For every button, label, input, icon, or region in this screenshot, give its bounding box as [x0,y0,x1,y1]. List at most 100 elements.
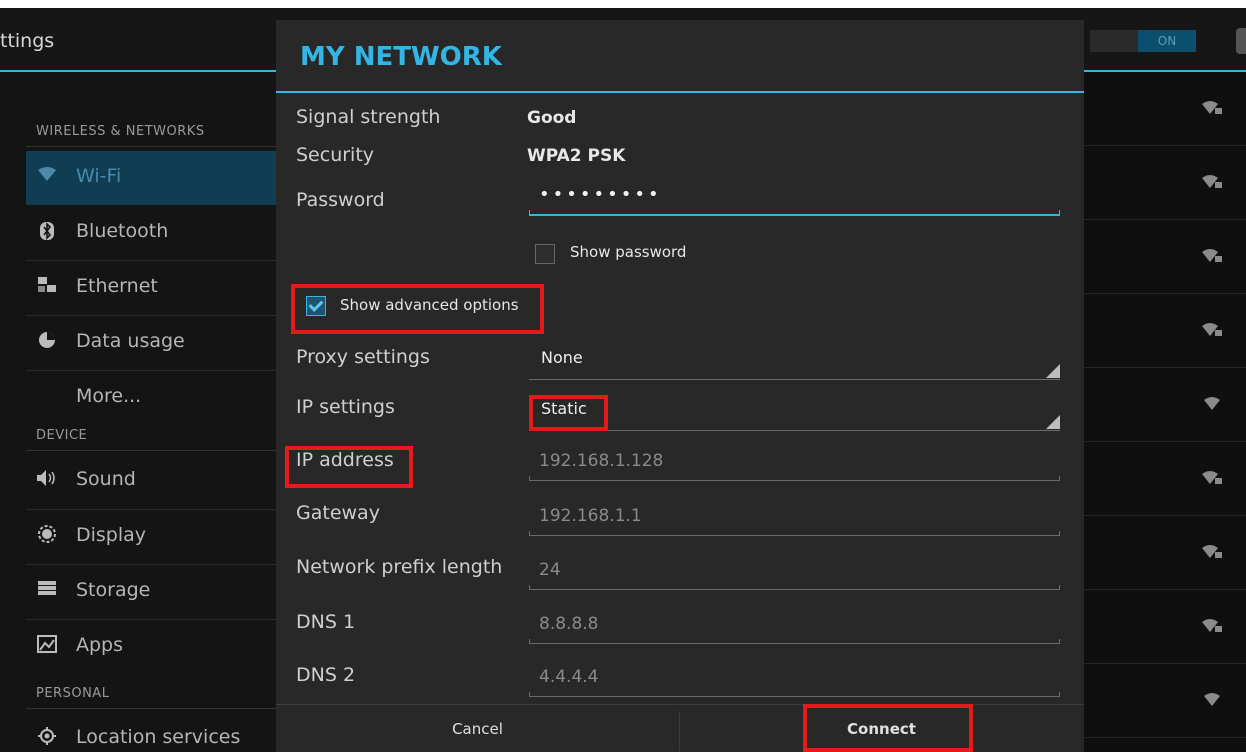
data-usage-icon [36,331,58,353]
ip-settings-label: IP settings [296,396,395,418]
list-item[interactable] [1084,442,1246,516]
wifi-lock-icon [1200,98,1224,116]
highlight-box [291,284,544,334]
sidebar-item-label: Location services [76,726,241,748]
field-underline [529,476,1060,481]
field-underline [529,210,1060,216]
ip-address-field[interactable]: 192.168.1.128 [529,445,1060,481]
settings-sidebar: WIRELESS & NETWORKS Wi-Fi Bluetooth Ethe… [0,72,276,752]
sidebar-item-apps[interactable]: Apps [26,620,276,674]
dropdown-arrow-icon [1046,415,1060,429]
list-item[interactable] [1084,294,1246,368]
field-underline [529,585,1060,590]
dns2-label: DNS 2 [296,664,356,686]
password-field[interactable]: ••••••••• [529,180,1060,216]
apps-icon [36,635,58,657]
section-header-personal: PERSONAL [36,686,110,701]
gateway-field[interactable]: 192.168.1.1 [529,500,1060,536]
dns1-field[interactable]: 8.8.8.8 [529,608,1060,644]
sidebar-item-label: Wi-Fi [76,165,122,187]
list-item[interactable] [1084,516,1246,590]
password-value: ••••••••• [539,184,662,205]
sidebar-item-storage[interactable]: Storage [26,565,276,619]
dropdown-underline [529,430,1060,431]
app-title: ttings [0,30,55,52]
display-icon [36,525,58,547]
proxy-settings-dropdown[interactable]: None [529,342,1060,380]
highlight-box [285,446,413,488]
sidebar-item-label: More... [76,385,142,407]
prefix-length-value: 24 [539,560,561,580]
wifi-lock-icon [1200,320,1224,338]
sidebar-item-sound[interactable]: Sound [26,454,276,508]
list-item[interactable] [1084,590,1246,664]
signal-strength-value: Good [527,108,577,128]
sidebar-item-label: Bluetooth [76,220,169,242]
field-underline [529,692,1060,697]
wifi-lock-icon [1200,172,1224,190]
ip-settings-dropdown[interactable]: Static [529,393,1060,431]
sidebar-item-label: Ethernet [76,275,158,297]
dialog-title: MY NETWORK [300,42,502,72]
settings-screen: ttings ON WIRELESS & NETWORKS Wi-Fi Blue… [0,8,1246,752]
section-divider [26,708,276,709]
dns2-field[interactable]: 4.4.4.4 [529,661,1060,697]
wifi-lock-icon [1200,616,1224,634]
sidebar-item-display[interactable]: Display [26,510,276,564]
prefix-length-field[interactable]: 24 [529,554,1060,590]
list-item[interactable] [1084,72,1246,146]
gateway-label: Gateway [296,502,380,524]
network-dialog: MY NETWORK Signal strength Good Security… [276,20,1084,752]
list-item[interactable] [1084,146,1246,220]
sidebar-item-label: Data usage [76,330,185,352]
wifi-lock-icon [1200,542,1224,560]
gateway-value: 192.168.1.1 [539,506,642,526]
sidebar-item-more[interactable]: More... [26,371,276,425]
wifi-toggle-track[interactable] [1090,30,1138,52]
list-item[interactable] [1084,664,1246,738]
show-password-label[interactable]: Show password [570,243,686,261]
wifi-network-list [1084,72,1246,752]
list-item[interactable] [1084,368,1246,442]
dropdown-arrow-icon [1046,364,1060,378]
show-password-checkbox[interactable] [535,244,555,264]
cancel-button[interactable]: Cancel [276,705,679,752]
highlight-box [803,704,973,752]
wifi-toggle[interactable]: ON [1138,30,1196,52]
prefix-length-label: Network prefix length [296,556,503,578]
sound-icon [36,469,58,491]
sidebar-item-data-usage[interactable]: Data usage [26,316,276,370]
dns1-value: 8.8.8.8 [539,614,599,634]
signal-strength-label: Signal strength [296,106,441,128]
title-divider [276,91,1084,93]
field-underline [529,639,1060,644]
wifi-lock-icon [1200,468,1224,486]
password-label: Password [296,189,385,211]
location-icon [36,727,58,749]
section-divider [26,146,276,147]
section-divider [26,450,276,451]
security-value: WPA2 PSK [527,146,626,166]
bluetooth-icon [36,221,58,243]
sidebar-item-label: Storage [76,579,151,601]
sidebar-item-wifi[interactable]: Wi-Fi [26,151,276,205]
wifi-icon [1200,690,1224,708]
dns1-label: DNS 1 [296,611,356,633]
dns2-value: 4.4.4.4 [539,667,599,687]
section-header-device: DEVICE [36,428,88,443]
sidebar-item-label: Apps [76,634,124,656]
sidebar-item-location[interactable]: Location services [26,712,276,752]
sidebar-item-ethernet[interactable]: Ethernet [26,261,276,315]
sidebar-item-label: Sound [76,468,136,490]
proxy-settings-value: None [541,348,583,367]
list-item[interactable] [1084,220,1246,294]
storage-icon [36,580,58,602]
dropdown-underline [529,379,1060,380]
sidebar-item-bluetooth[interactable]: Bluetooth [26,206,276,260]
highlight-box [529,395,608,431]
sidebar-item-label: Display [76,524,147,546]
wifi-icon [36,166,58,188]
overflow-icon[interactable] [1236,28,1246,54]
ip-address-value: 192.168.1.128 [539,451,664,471]
security-label: Security [296,144,375,166]
